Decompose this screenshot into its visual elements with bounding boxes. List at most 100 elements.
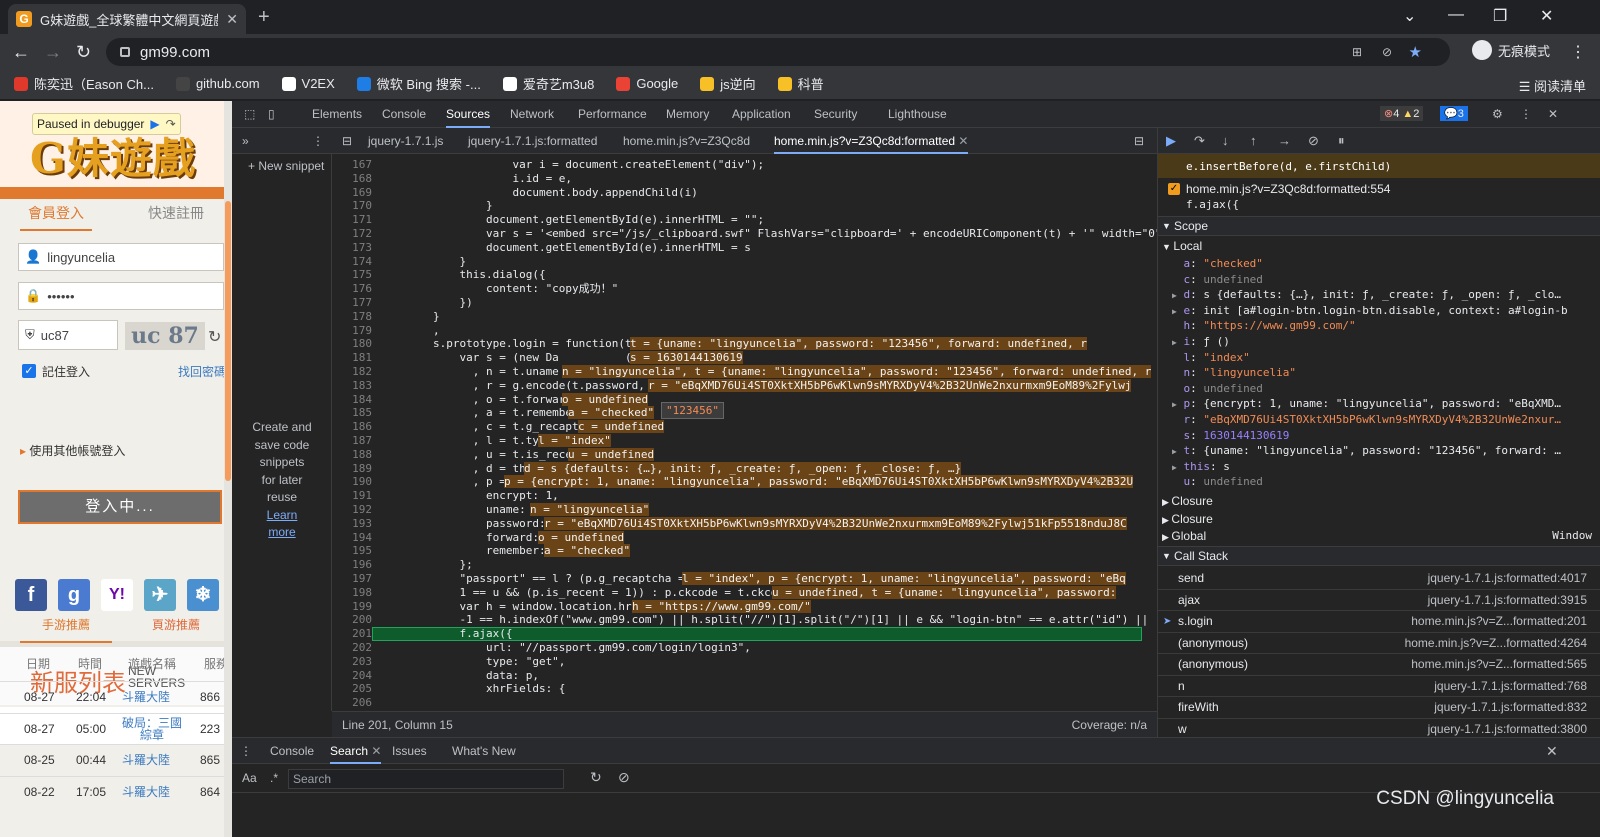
search-input[interactable]: Search [288, 769, 564, 789]
cell-game[interactable]: 斗羅大陸 [122, 691, 170, 703]
table-row[interactable]: 08-27 05:00 破局：三國 綜章 223 [0, 712, 232, 744]
other-login-link[interactable]: ▸ 使用其他帳號登入 [20, 442, 125, 459]
scope-variable[interactable]: r: "eBqXMD76Ui4ST0XktXH5bP6wKlwn9sMYRXDy… [1172, 412, 1597, 428]
line-number[interactable]: 170 [332, 199, 372, 213]
line-number[interactable]: 189 [332, 462, 372, 476]
translate-icon[interactable]: ⊞ [1352, 45, 1362, 59]
facebook-icon[interactable]: f [15, 579, 47, 611]
password-field[interactable]: 🔒 •••••• [18, 282, 224, 310]
scope-variable[interactable]: n: "lingyuncelia" [1172, 365, 1597, 381]
scope-variable[interactable]: u: undefined [1172, 474, 1597, 490]
pause-on-exceptions-icon[interactable]: ⏸ [1338, 133, 1345, 149]
line-number[interactable]: 185 [332, 406, 372, 420]
bookmark-item[interactable]: js逆向 [700, 74, 756, 93]
callstack-frame[interactable]: send jquery-1.7.1.js:formatted:4017 [1158, 568, 1600, 590]
close-file-tab-icon[interactable]: ✕ [958, 134, 968, 148]
devtools-tab-security[interactable]: Security [814, 101, 857, 128]
breakpoint-item[interactable]: e.insertBefore(d, e.firstChild) [1158, 154, 1600, 178]
line-number[interactable]: 191 [332, 489, 372, 503]
closure-scope-2[interactable]: ▶ Closure [1162, 512, 1213, 526]
callstack-frame[interactable]: ajax jquery-1.7.1.js:formatted:3915 [1158, 590, 1600, 611]
devtools-tab-elements[interactable]: Elements [312, 101, 362, 128]
minimize-button[interactable]: — [1448, 6, 1464, 24]
tab-search-icon[interactable]: ⌄ [1403, 6, 1416, 26]
table-row[interactable]: 08-22 17:05 斗羅大陸 864 [0, 775, 232, 807]
address-bar[interactable]: gm99.com ⊞ ⊘ ★ [106, 38, 1450, 66]
menu-icon[interactable]: ⋮ [1570, 42, 1586, 62]
devtools-tab-sources[interactable]: Sources [446, 101, 491, 128]
scope-variable[interactable]: c: undefined [1172, 272, 1597, 288]
sidebar-toggle-icon[interactable]: ⊟ [342, 128, 352, 154]
google-icon[interactable]: g [58, 579, 90, 611]
callstack-frame[interactable]: ➤ s.login home.min.js?v=Z...formatted:201 [1158, 611, 1600, 633]
incognito-indicator[interactable]: 无痕模式 [1472, 40, 1550, 60]
yahoo-icon[interactable]: Y! [101, 579, 133, 611]
line-number[interactable]: 199 [332, 600, 372, 614]
line-number[interactable]: 173 [332, 241, 372, 255]
line-number[interactable]: 169 [332, 186, 372, 200]
scope-variable[interactable]: ▶ e: init [a#login-btn.login-btn.disable… [1172, 303, 1597, 319]
bookmark-item[interactable]: Google [616, 76, 678, 91]
bookmark-item[interactable]: 微软 Bing 搜索 -... [356, 74, 481, 93]
drawer-tab-whatsnew[interactable]: What's New [452, 738, 516, 764]
scope-variable[interactable]: s: 1630144130619 [1172, 428, 1597, 444]
step-icon[interactable]: → [1278, 133, 1291, 148]
local-scope-header[interactable]: ▼ Local [1162, 239, 1202, 253]
bookmark-item[interactable]: V2EX [281, 76, 335, 91]
callstack-frame[interactable]: (anonymous) home.min.js?v=Z...formatted:5… [1158, 654, 1600, 676]
remember-checkbox[interactable]: ✓ [22, 364, 36, 378]
cell-game[interactable]: 斗羅大陸 [122, 786, 170, 798]
close-tab-icon[interactable]: ✕ [226, 11, 238, 28]
tab-login[interactable]: 會員登入 [20, 203, 92, 231]
line-number[interactable]: 195 [332, 544, 372, 558]
line-number[interactable]: 192 [332, 503, 372, 517]
captcha-field[interactable]: ⛨ uc87 [18, 320, 118, 350]
forward-button[interactable]: → [44, 42, 62, 63]
devtools-tab-network[interactable]: Network [510, 101, 554, 128]
line-number[interactable]: 186 [332, 420, 372, 434]
scope-variable[interactable]: ▶ t: {uname: "lingyuncelia", password: "… [1172, 443, 1597, 459]
close-window-button[interactable]: ✕ [1540, 6, 1553, 26]
file-tab-1[interactable]: jquery-1.7.1.js:formatted [468, 128, 597, 154]
devtools-tab-memory[interactable]: Memory [666, 101, 709, 128]
scope-section-header[interactable]: ▼ Scope [1158, 216, 1600, 236]
line-number[interactable]: 172 [332, 227, 372, 241]
line-number[interactable]: 177 [332, 296, 372, 310]
cell-game[interactable]: 斗羅大陸 [122, 754, 170, 766]
scope-variable[interactable]: ▶ this: s [1172, 459, 1597, 475]
line-number[interactable]: 190 [332, 475, 372, 489]
code-editor[interactable]: 167 var i = document.createElement("div"… [332, 154, 1157, 711]
eye-off-icon[interactable]: ⊘ [1382, 45, 1392, 59]
reload-button[interactable]: ↻ [76, 42, 91, 63]
step-out-icon[interactable]: ↑ [1250, 133, 1257, 148]
file-tab-0[interactable]: jquery-1.7.1.js [368, 128, 443, 154]
info-count-badge[interactable]: 💬3 [1440, 106, 1468, 121]
breakpoint-checkbox[interactable]: ✓ [1168, 183, 1180, 195]
match-case-toggle[interactable]: Aa [242, 771, 257, 785]
username-field[interactable]: 👤 lingyuncelia [18, 243, 224, 271]
scope-variable[interactable]: a: "checked" [1172, 256, 1597, 272]
line-number[interactable]: 206 [332, 696, 372, 710]
table-row[interactable]: 08-25 00:44 斗羅大陸 865 [0, 744, 232, 775]
line-number[interactable]: 197 [332, 572, 372, 586]
navigator-toggle-icon[interactable]: » [242, 128, 249, 154]
line-number[interactable]: 188 [332, 448, 372, 462]
more-options-icon[interactable]: ⋮ [1520, 101, 1532, 128]
line-number[interactable]: 176 [332, 282, 372, 296]
scope-variable[interactable]: h: "https://www.gm99.com/" [1172, 318, 1597, 334]
close-search-tab-icon[interactable]: ✕ [368, 744, 381, 758]
drawer-menu-icon[interactable]: ⋮ [240, 738, 252, 764]
scope-variable[interactable]: ▶ p: {encrypt: 1, uname: "lingyuncelia",… [1172, 396, 1597, 412]
line-number[interactable]: 182 [332, 365, 372, 379]
refresh-captcha-icon[interactable]: ↻ [208, 327, 221, 347]
close-drawer-icon[interactable]: ✕ [1546, 738, 1558, 764]
step-into-icon[interactable]: ↓ [1222, 133, 1229, 148]
line-number[interactable]: 174 [332, 255, 372, 269]
drawer-tab-search[interactable]: Search ✕ [330, 738, 382, 764]
issue-counts[interactable]: ⊗4 ▲2 [1380, 106, 1424, 121]
bookmark-item[interactable]: 爱奇艺m3u8 [502, 74, 594, 93]
callstack-section-header[interactable]: ▼ Call Stack [1158, 546, 1600, 566]
line-number[interactable]: 183 [332, 379, 372, 393]
scope-variable[interactable]: l: "index" [1172, 350, 1597, 366]
line-number[interactable]: 201 [332, 627, 372, 641]
